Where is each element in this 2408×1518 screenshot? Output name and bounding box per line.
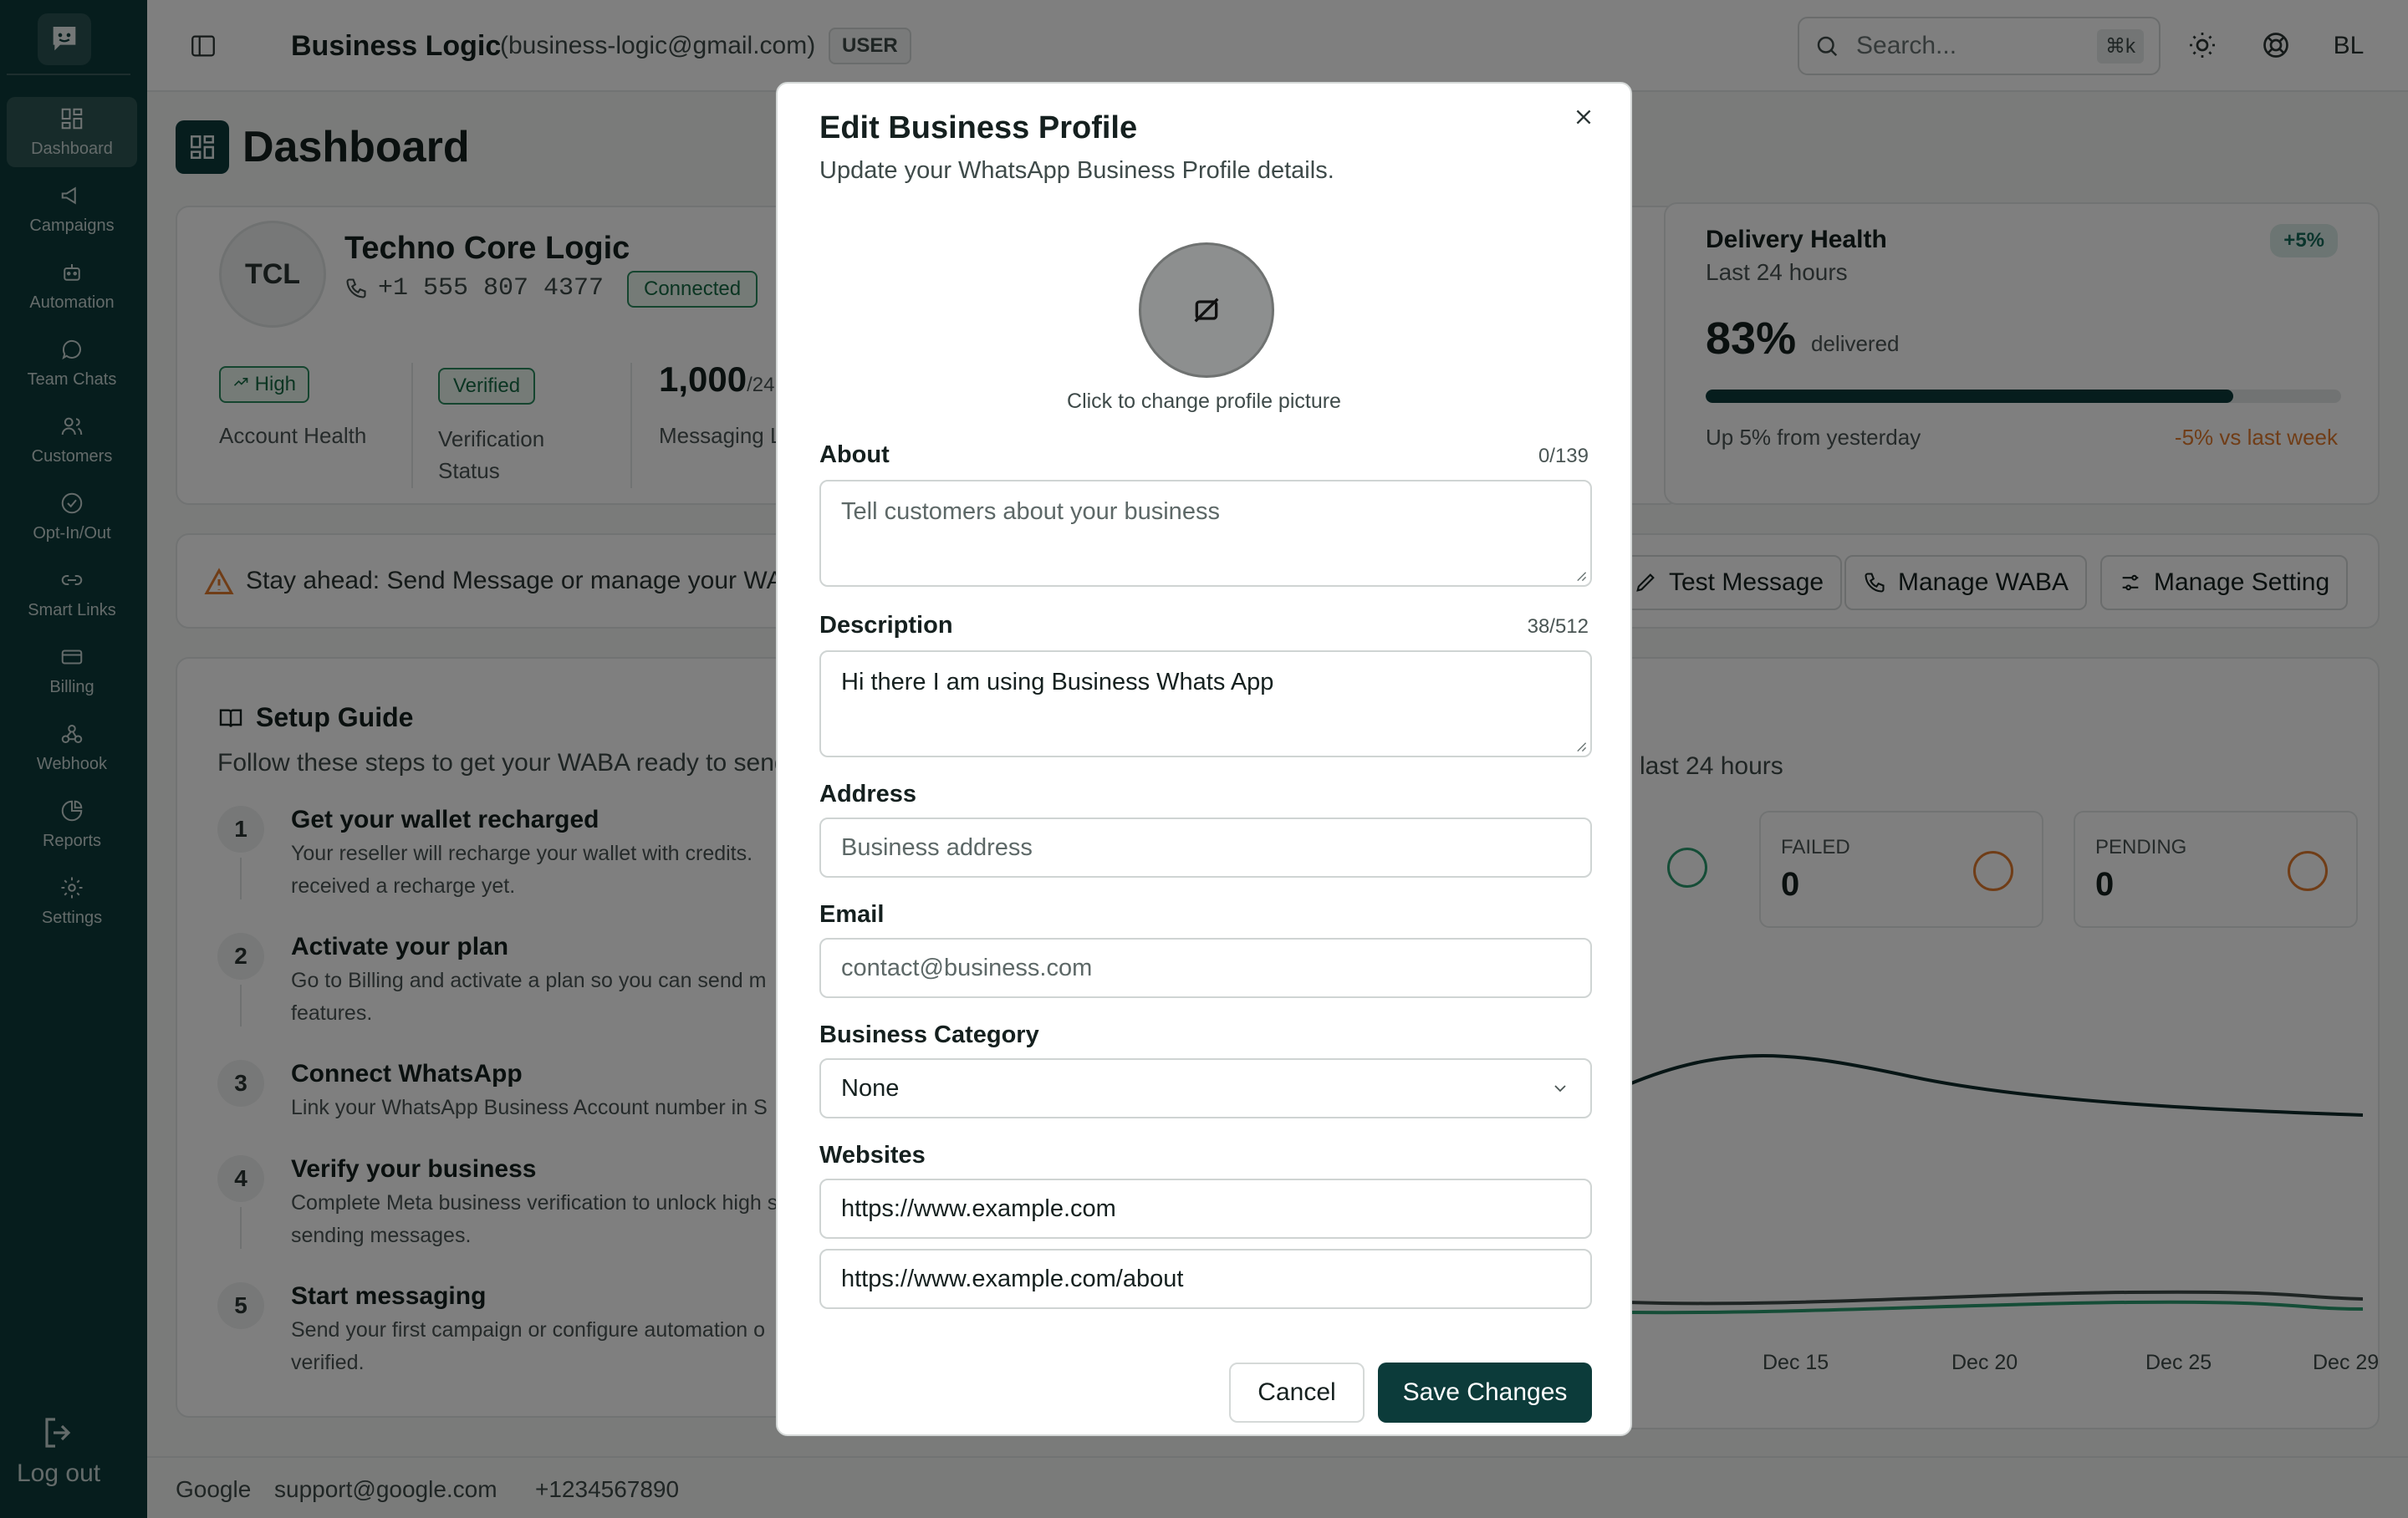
category-value: None xyxy=(841,1074,900,1102)
category-select[interactable]: None xyxy=(819,1058,1592,1118)
save-changes-button[interactable]: Save Changes xyxy=(1378,1363,1592,1423)
dialog-title: Edit Business Profile xyxy=(819,110,1138,145)
website-1-value: https://www.example.com xyxy=(841,1195,1116,1222)
category-label: Business Category xyxy=(819,1021,1039,1048)
profile-picture-button[interactable] xyxy=(1139,242,1274,378)
address-label: Address xyxy=(819,781,917,807)
website-input-2[interactable]: https://www.example.com/about xyxy=(819,1249,1592,1309)
description-value: Hi there I am using Business Whats App xyxy=(841,669,1274,695)
about-char-count: 0/139 xyxy=(1538,445,1589,467)
cancel-button[interactable]: Cancel xyxy=(1229,1363,1365,1423)
description-label: Description xyxy=(819,612,953,639)
address-input[interactable]: Business address xyxy=(819,818,1592,878)
resize-handle-icon[interactable] xyxy=(1575,741,1587,752)
dialog-subtitle: Update your WhatsApp Business Profile de… xyxy=(819,157,1334,184)
email-label: Email xyxy=(819,901,885,928)
about-label: About xyxy=(819,441,890,468)
description-textarea[interactable]: Hi there I am using Business Whats App xyxy=(819,650,1592,757)
resize-handle-icon[interactable] xyxy=(1575,570,1587,582)
chevron-down-icon xyxy=(1554,1085,1566,1093)
website-2-value: https://www.example.com/about xyxy=(841,1265,1184,1292)
websites-label: Websites xyxy=(819,1142,926,1169)
address-placeholder: Business address xyxy=(841,833,1033,861)
description-char-count: 38/512 xyxy=(1527,615,1589,638)
edit-business-profile-dialog: Edit Business Profile Update your WhatsA… xyxy=(776,82,1632,1436)
close-icon xyxy=(1576,110,1591,125)
email-input[interactable]: contact@business.com xyxy=(819,938,1592,998)
about-textarea[interactable]: Tell customers about your business xyxy=(819,480,1592,587)
email-placeholder: contact@business.com xyxy=(841,954,1093,981)
image-off-icon xyxy=(1194,298,1219,323)
profile-picture-caption: Click to change profile picture xyxy=(1067,390,1341,413)
about-placeholder: Tell customers about your business xyxy=(841,498,1220,525)
close-button[interactable] xyxy=(1567,100,1600,134)
website-input-1[interactable]: https://www.example.com xyxy=(819,1179,1592,1239)
